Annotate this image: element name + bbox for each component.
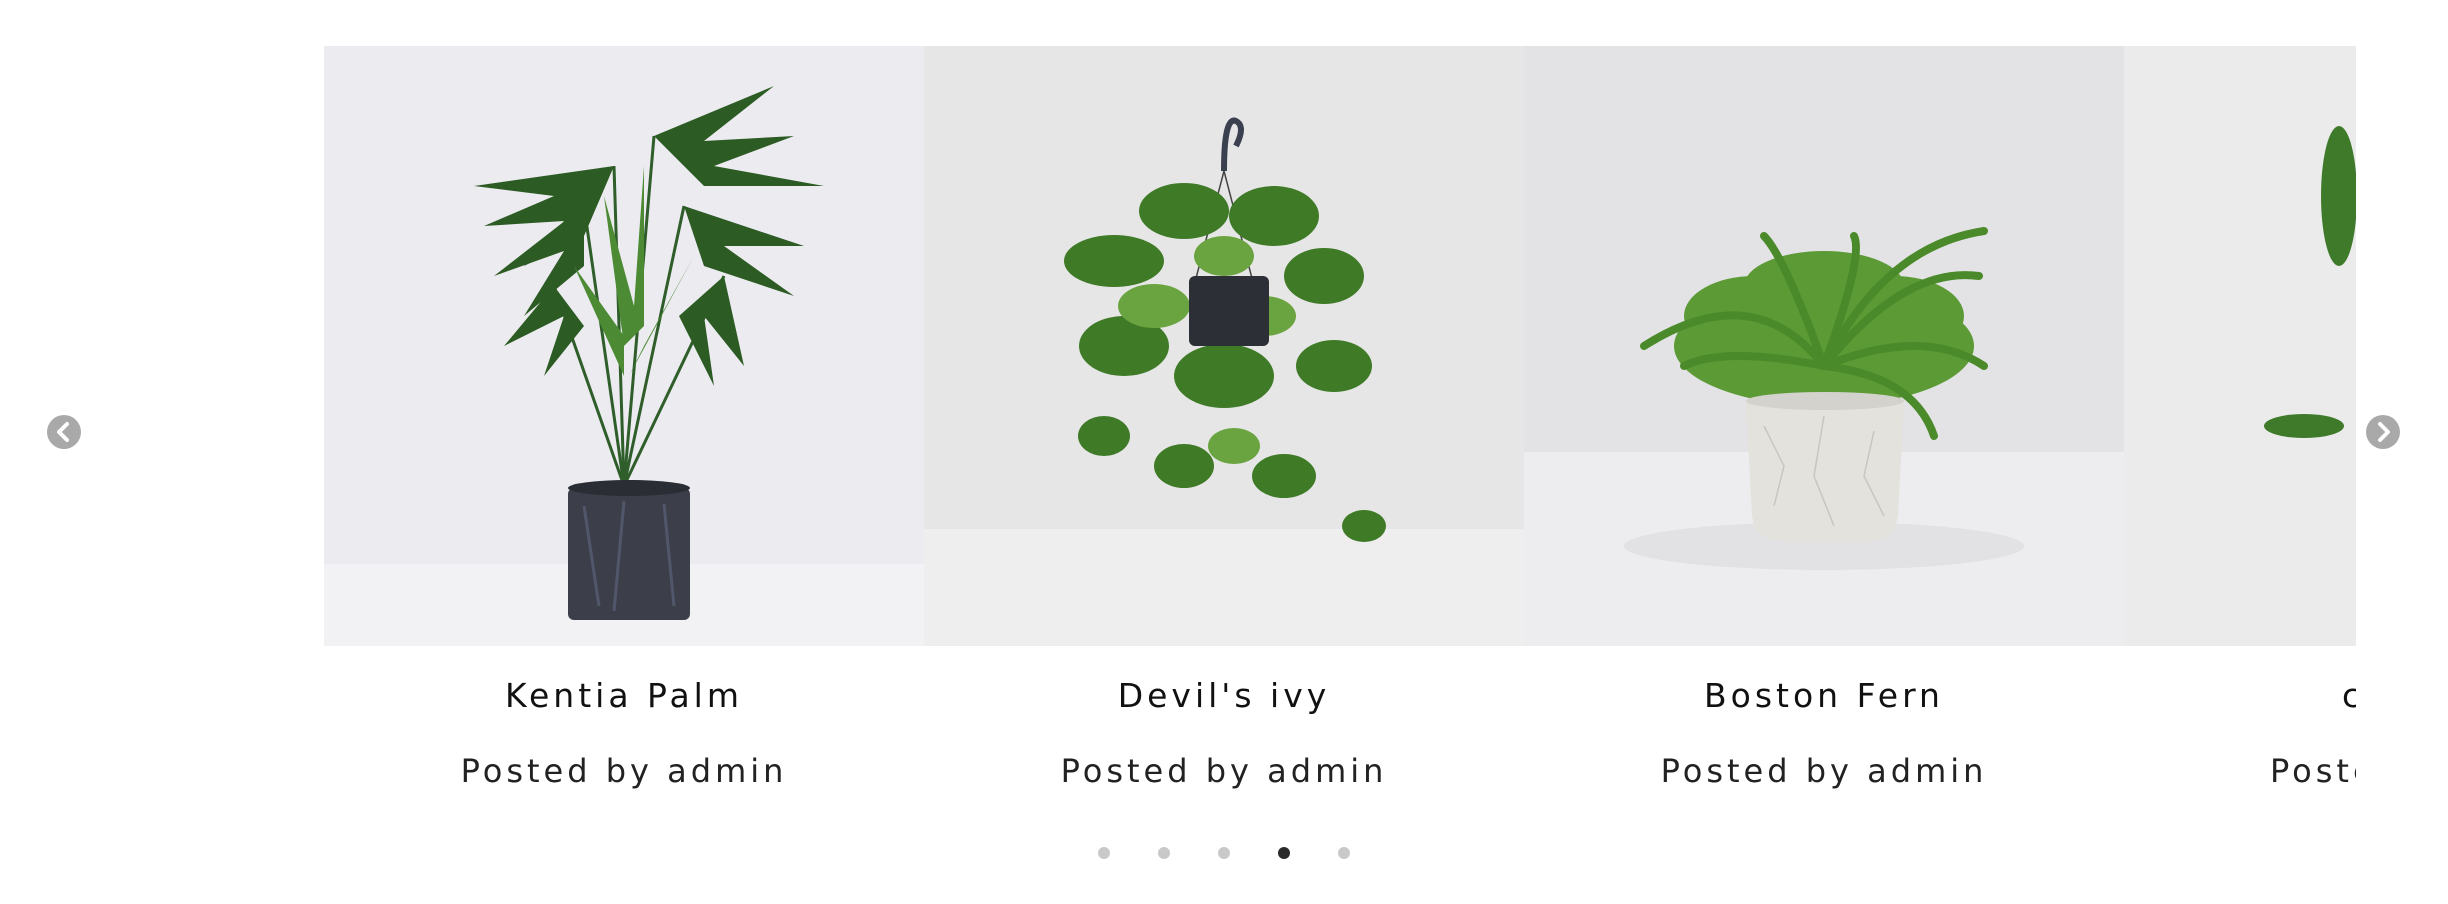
post-author: Poste: [2270, 752, 2356, 790]
post-caption: Kentia Palm Posted by admin: [324, 0, 924, 790]
carousel-pagination: [0, 847, 2448, 861]
blog-carousel: Kentia Palm Posted by admin Devil's ivy …: [0, 0, 2448, 904]
post-title[interactable]: Devil's ivy: [924, 676, 1524, 716]
post-author: Posted by admin: [1660, 752, 1988, 790]
post-title[interactable]: Kentia Palm: [324, 676, 924, 716]
pagination-dot[interactable]: [1218, 847, 1230, 859]
post-caption: Boston Fern Posted by admin: [1524, 0, 2124, 790]
carousel-prev-button[interactable]: [47, 415, 81, 449]
post-title[interactable]: Boston Fern: [1524, 676, 2124, 716]
post-author: Posted by admin: [460, 752, 788, 790]
post-caption: c Poste: [2124, 0, 2356, 790]
post-author: Posted by admin: [1060, 752, 1388, 790]
chevron-right-icon: [2378, 422, 2390, 442]
chevron-left-icon: [57, 422, 69, 442]
carousel-captions: Kentia Palm Posted by admin Devil's ivy …: [324, 0, 2356, 904]
carousel-next-button[interactable]: [2366, 415, 2400, 449]
pagination-dot-active[interactable]: [1278, 847, 1290, 859]
post-title[interactable]: c: [2124, 676, 2356, 716]
post-caption: Devil's ivy Posted by admin: [924, 0, 1524, 790]
pagination-dot[interactable]: [1098, 847, 1110, 859]
pagination-dot[interactable]: [1338, 847, 1350, 859]
pagination-dot[interactable]: [1158, 847, 1170, 859]
